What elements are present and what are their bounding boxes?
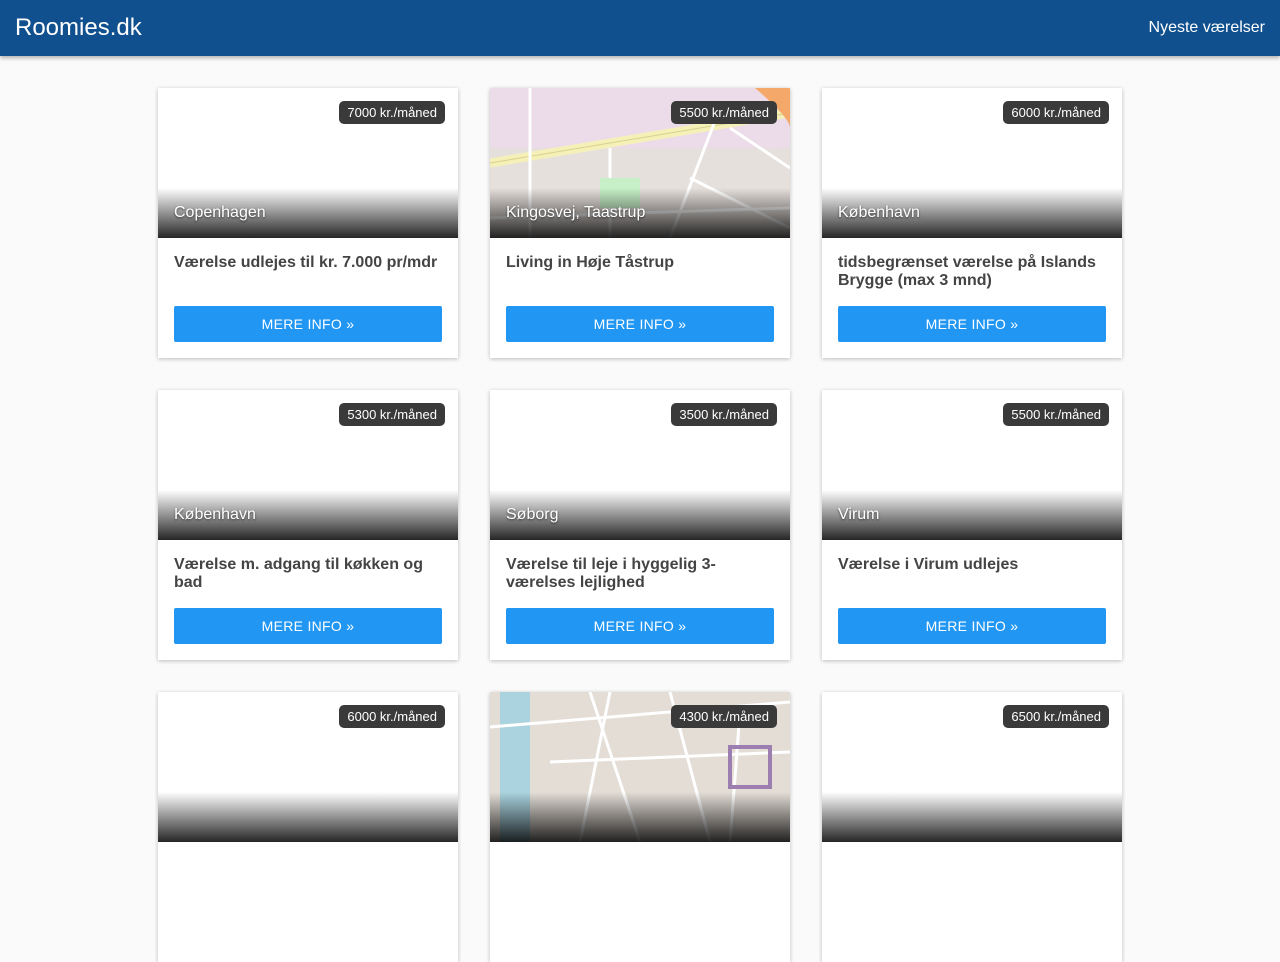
price-badge: 6000 kr./måned — [339, 705, 445, 728]
listing-image[interactable]: Søborg 3500 kr./måned — [490, 390, 790, 540]
listing-location: Virum — [838, 506, 880, 523]
more-info-button[interactable]: MERE INFO » — [174, 608, 442, 644]
listing-card: 6500 kr./måned — [822, 692, 1122, 962]
more-info-button[interactable]: MERE INFO » — [174, 306, 442, 342]
listing-card: Virum 5500 kr./måned Værelse i Virum udl… — [822, 390, 1122, 660]
listing-image[interactable]: Virum 5500 kr./måned — [822, 390, 1122, 540]
price-badge: 7000 kr./måned — [339, 101, 445, 124]
brand-link[interactable]: Roomies.dk — [15, 14, 142, 42]
listing-location: København — [174, 506, 256, 523]
listing-card: 4300 kr./måned — [490, 692, 790, 962]
price-badge: 6000 kr./måned — [1003, 101, 1109, 124]
listing-location: Kingosvej, Taastrup — [506, 204, 646, 221]
listing-title: Værelse til leje i hyggelig 3-værelses l… — [506, 556, 716, 591]
listing-title: tidsbegrænset værelse på Islands Brygge … — [838, 254, 1096, 289]
listing-title: Værelse m. adgang til køkken og bad — [174, 556, 423, 591]
listing-image[interactable]: Kingosvej, Taastrup 5500 kr./måned — [490, 88, 790, 238]
more-info-button[interactable]: MERE INFO » — [838, 608, 1106, 644]
listing-title: Værelse i Virum udlejes — [838, 556, 1019, 573]
navbar: Roomies.dk Nyeste værelser — [0, 0, 1280, 56]
listing-card: København 6000 kr./måned tidsbegrænset v… — [822, 88, 1122, 358]
listing-title: Værelse udlejes til kr. 7.000 pr/mdr — [174, 254, 438, 271]
listing-image[interactable]: 6000 kr./måned — [158, 692, 458, 842]
listing-card: Copenhagen 7000 kr./måned Værelse udleje… — [158, 88, 458, 358]
listing-card: Søborg 3500 kr./måned Værelse til leje i… — [490, 390, 790, 660]
listing-title — [158, 842, 458, 910]
listing-card: København 5300 kr./måned Værelse m. adga… — [158, 390, 458, 660]
listing-grid: Copenhagen 7000 kr./måned Værelse udleje… — [158, 88, 1122, 962]
listing-location: Søborg — [506, 506, 559, 523]
price-badge: 4300 kr./måned — [671, 705, 777, 728]
more-info-button[interactable]: MERE INFO » — [506, 608, 774, 644]
listing-card: 6000 kr./måned — [158, 692, 458, 962]
nav-newest-rooms[interactable]: Nyeste værelser — [1149, 19, 1265, 37]
listing-location: København — [838, 204, 920, 221]
listing-title: Living in Høje Tåstrup — [506, 254, 675, 271]
price-badge: 5500 kr./måned — [1003, 403, 1109, 426]
listing-location: Copenhagen — [174, 204, 266, 221]
listing-image[interactable]: Copenhagen 7000 kr./måned — [158, 88, 458, 238]
more-info-button[interactable]: MERE INFO » — [506, 306, 774, 342]
listing-image[interactable]: 6500 kr./måned — [822, 692, 1122, 842]
price-badge: 5300 kr./måned — [339, 403, 445, 426]
listing-image[interactable]: København 5300 kr./måned — [158, 390, 458, 540]
listing-card: Kingosvej, Taastrup 5500 kr./måned Livin… — [490, 88, 790, 358]
listing-title — [490, 842, 790, 910]
price-badge: 6500 kr./måned — [1003, 705, 1109, 728]
listing-image[interactable]: København 6000 kr./måned — [822, 88, 1122, 238]
listing-image[interactable]: 4300 kr./måned — [490, 692, 790, 842]
more-info-button[interactable]: MERE INFO » — [838, 306, 1106, 342]
listing-title — [822, 842, 1122, 910]
price-badge: 3500 kr./måned — [671, 403, 777, 426]
price-badge: 5500 kr./måned — [671, 101, 777, 124]
